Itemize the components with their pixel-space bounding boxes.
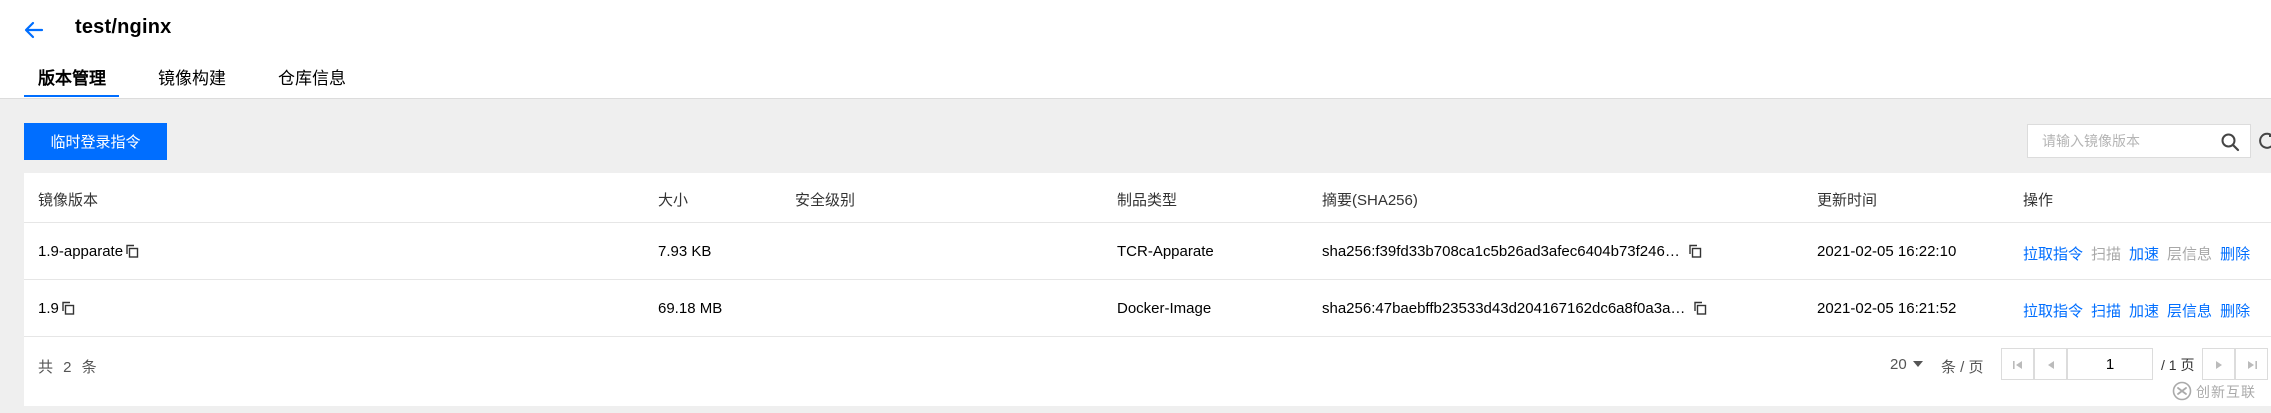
actions-cell: 拉取指令 扫描 加速 层信息 删除 [2023, 300, 2258, 321]
size-cell: 7.93 KB [658, 243, 712, 260]
col-header-digest: 摘要(SHA256) [1322, 192, 1418, 209]
next-page-icon [2216, 361, 2222, 369]
digest-text: sha256:47baebffb23533d43d204167162dc6a8f… [1322, 300, 1686, 317]
updated-cell: 2021-02-05 16:21:52 [1817, 300, 1957, 317]
copy-icon[interactable] [125, 244, 139, 258]
delete-link[interactable]: 删除 [2220, 246, 2250, 263]
version-cell: 1.9 [38, 300, 75, 317]
page-size-select[interactable]: 20 [1890, 356, 1923, 373]
back-arrow-icon[interactable] [22, 18, 46, 42]
active-tab-indicator [24, 95, 119, 97]
caret-down-icon[interactable] [1912, 361, 1923, 367]
search-box [2027, 124, 2251, 158]
tab-version-management[interactable]: 版本管理 [38, 64, 106, 89]
col-header-actions: 操作 [2023, 192, 2054, 209]
total-count: 共 2 条 [38, 359, 100, 376]
tab-repo-info[interactable]: 仓库信息 [278, 64, 346, 89]
prev-page-button[interactable] [2034, 348, 2067, 380]
next-page-button[interactable] [2202, 348, 2235, 380]
version-cell: 1.9-apparate [38, 243, 139, 260]
image-version-table: 镜像版本 大小 安全级别 制品类型 摘要(SHA256) 更新时间 操作 1.9… [24, 173, 2271, 406]
scan-link[interactable]: 扫描 [2091, 303, 2121, 320]
copy-icon[interactable] [1693, 301, 1707, 315]
refresh-icon[interactable] [2257, 131, 2271, 151]
table-header-row: 镜像版本 大小 安全级别 制品类型 摘要(SHA256) 更新时间 操作 [24, 173, 2271, 223]
accelerate-link[interactable]: 加速 [2129, 246, 2159, 263]
accelerate-link[interactable]: 加速 [2129, 303, 2159, 320]
col-header-size: 大小 [658, 192, 689, 209]
col-header-security: 安全级别 [795, 192, 856, 209]
col-header-artifact-type: 制品类型 [1117, 192, 1178, 209]
copy-icon[interactable] [1688, 244, 1702, 258]
delete-link[interactable]: 删除 [2220, 303, 2250, 320]
col-header-version: 镜像版本 [38, 192, 99, 209]
page-number-input[interactable] [2067, 348, 2153, 380]
layer-info-link: 层信息 [2167, 246, 2213, 263]
pull-command-link[interactable]: 拉取指令 [2023, 246, 2083, 263]
actions-cell: 拉取指令 扫描 加速 层信息 删除 [2023, 243, 2258, 264]
per-page-label: 条 / 页 [1941, 359, 1984, 376]
updated-cell: 2021-02-05 16:22:10 [1817, 243, 1957, 260]
layer-info-link[interactable]: 层信息 [2167, 303, 2212, 320]
col-header-updated: 更新时间 [1817, 192, 1878, 209]
search-input[interactable] [2028, 125, 2218, 157]
version-text: 1.9 [38, 300, 59, 317]
artifact-type-cell: Docker-Image [1117, 300, 1212, 317]
artifact-type-cell: TCR-Apparate [1117, 243, 1214, 260]
search-icon[interactable] [2220, 132, 2240, 152]
digest-cell: sha256:47baebffb23533d43d204167162dc6a8f… [1322, 300, 1707, 317]
version-text: 1.9-apparate [38, 243, 124, 260]
digest-cell: sha256:f39fd33b708ca1c5b26ad3afec6404b73… [1322, 243, 1702, 260]
page-size-value: 20 [1890, 356, 1907, 373]
last-page-icon [2248, 361, 2257, 369]
tab-image-build[interactable]: 镜像构建 [158, 64, 226, 89]
temp-login-command-button[interactable]: 临时登录指令 [24, 123, 167, 160]
scan-link: 扫描 [2091, 246, 2122, 263]
page-title: test/nginx [75, 16, 172, 38]
watermark-logo-icon [2172, 381, 2192, 401]
first-page-button[interactable] [2001, 348, 2034, 380]
last-page-button[interactable] [2235, 348, 2268, 380]
watermark-text: 创新互联 [2196, 384, 2256, 400]
copy-icon[interactable] [61, 301, 75, 315]
page-total: / 1 页 [2161, 357, 2195, 373]
size-cell: 69.18 MB [658, 300, 723, 317]
table-row: 1.9-apparate 7.93 KB TCR-Apparate sha256… [24, 223, 2271, 280]
table-row: 1.9 69.18 MB Docker-Image sha256:47baebf… [24, 280, 2271, 337]
first-page-icon [2013, 361, 2022, 369]
digest-text: sha256:f39fd33b708ca1c5b26ad3afec6404b73… [1322, 243, 1680, 260]
page-header: test/nginx 版本管理 镜像构建 仓库信息 [0, 0, 2271, 99]
pull-command-link[interactable]: 拉取指令 [2023, 303, 2083, 320]
prev-page-icon [2048, 361, 2054, 369]
